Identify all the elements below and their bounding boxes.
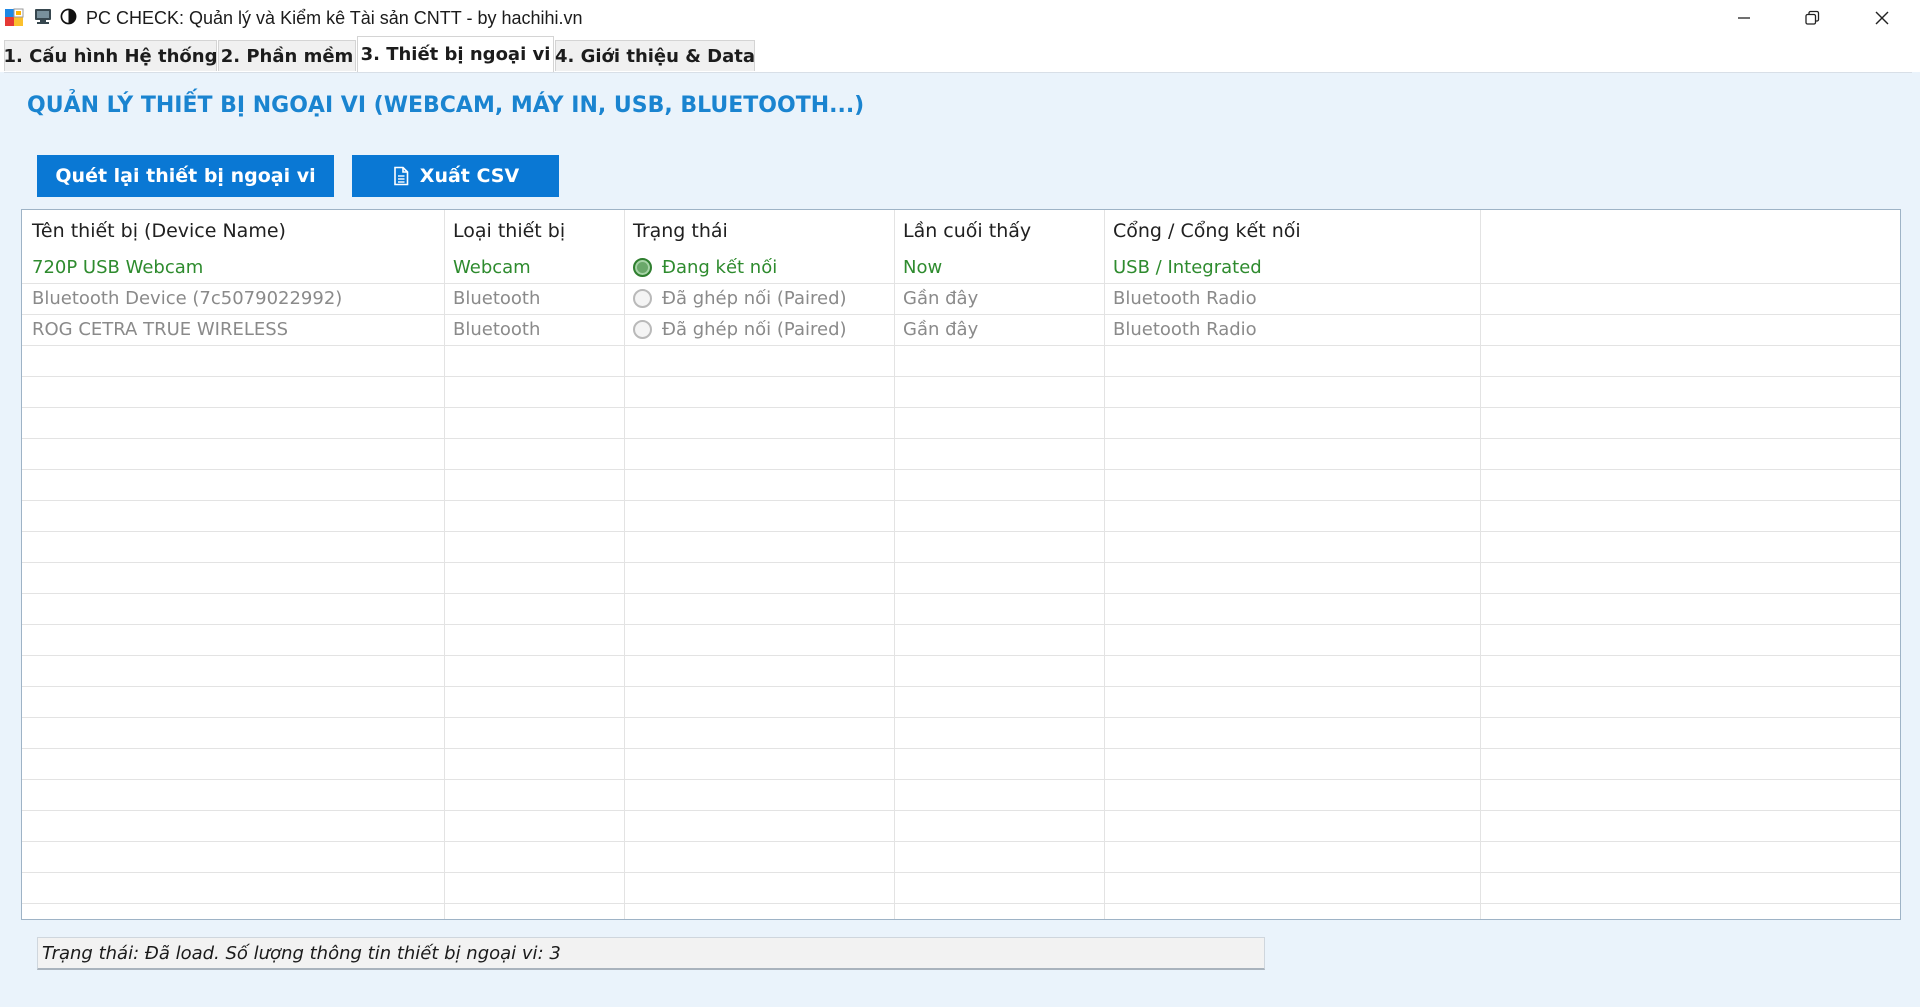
rescan-button[interactable]: Quét lại thiết bị ngoại vi: [37, 155, 334, 197]
paired-status-icon: [633, 289, 652, 308]
last-seen-cell: Now: [903, 257, 943, 278]
column-header-device-name[interactable]: Tên thiết bị (Device Name): [32, 210, 286, 252]
row-divider: [22, 624, 1900, 625]
column-header-last-seen[interactable]: Lần cuối thấy: [903, 210, 1031, 252]
status-cell: Đang kết nối: [633, 252, 777, 283]
status-text: Đang kết nối: [662, 257, 778, 278]
connected-status-icon: [633, 258, 652, 277]
row-divider: [22, 655, 1900, 656]
row-divider: [22, 376, 1900, 377]
rescan-button-label: Quét lại thiết bị ngoại vi: [55, 165, 316, 187]
row-divider: [22, 469, 1900, 470]
tab-software[interactable]: 2. Phần mềm: [218, 40, 356, 71]
status-cell: Đã ghép nối (Paired): [633, 283, 847, 314]
device-type-cell: Webcam: [453, 257, 531, 278]
restore-button[interactable]: [1780, 0, 1844, 36]
restore-icon: [1805, 10, 1820, 25]
row-divider: [22, 562, 1900, 563]
status-cell: Đã ghép nối (Paired): [633, 314, 847, 345]
device-type-cell: Bluetooth: [453, 319, 541, 340]
status-text: Đã ghép nối (Paired): [662, 288, 847, 309]
row-divider: [22, 407, 1900, 408]
export-csv-label: Xuất CSV: [419, 165, 520, 187]
minimize-icon: [1738, 17, 1750, 19]
title-bar: PC CHECK: Quản lý và Kiểm kê Tài sản CNT…: [0, 0, 1920, 36]
device-name-cell: Bluetooth Device (7c5079022992): [32, 288, 343, 309]
page-title: QUẢN LÝ THIẾT BỊ NGOẠI VI (WEBCAM, MÁY I…: [27, 93, 865, 118]
export-csv-button[interactable]: Xuất CSV: [352, 155, 559, 197]
app-icon: [5, 8, 24, 26]
row-divider: [22, 314, 1900, 315]
row-divider: [22, 810, 1900, 811]
status-bar: Trạng thái: Đã load. Số lượng thông tin …: [37, 937, 1265, 970]
tab-system-config[interactable]: 1. Cấu hình Hệ thống: [4, 40, 218, 71]
last-seen-cell: Gần đây: [903, 319, 979, 340]
device-type-cell: Bluetooth: [453, 288, 541, 309]
row-divider: [22, 500, 1900, 501]
minimize-button[interactable]: [1712, 0, 1776, 36]
close-button[interactable]: [1850, 0, 1914, 36]
table-row[interactable]: Bluetooth Device (7c5079022992) Bluetoot…: [22, 283, 1900, 314]
document-icon: [393, 166, 409, 186]
row-divider: [22, 872, 1900, 873]
tab-peripherals[interactable]: 3. Thiết bị ngoại vi: [357, 36, 554, 72]
paired-status-icon: [633, 320, 652, 339]
port-cell: USB / Integrated: [1113, 257, 1262, 278]
row-divider: [22, 779, 1900, 780]
row-divider: [22, 748, 1900, 749]
row-divider: [22, 345, 1900, 346]
halfmoon-icon: [60, 8, 77, 25]
row-divider: [22, 283, 1900, 284]
tab-about-data[interactable]: 4. Giới thiệu & Data: [555, 40, 755, 71]
table-row[interactable]: ROG CETRA TRUE WIRELESS Bluetooth Đã ghé…: [22, 314, 1900, 345]
column-header-port[interactable]: Cổng / Cổng kết nối: [1113, 210, 1301, 252]
last-seen-cell: Gần đây: [903, 288, 979, 309]
row-divider: [22, 686, 1900, 687]
column-header-device-type[interactable]: Loại thiết bị: [453, 210, 565, 252]
device-list[interactable]: Tên thiết bị (Device Name) Loại thiết bị…: [21, 209, 1901, 920]
monitor-icon: [35, 9, 51, 24]
table-row[interactable]: 720P USB Webcam Webcam Đang kết nối Now …: [22, 252, 1900, 283]
window-title: PC CHECK: Quản lý và Kiểm kê Tài sản CNT…: [86, 8, 583, 28]
row-divider: [22, 593, 1900, 594]
row-divider: [22, 841, 1900, 842]
row-divider: [22, 717, 1900, 718]
column-header-status[interactable]: Trạng thái: [633, 210, 728, 252]
row-divider: [22, 903, 1900, 904]
close-icon: [1875, 11, 1889, 25]
port-cell: Bluetooth Radio: [1113, 288, 1257, 309]
device-name-cell: 720P USB Webcam: [32, 257, 204, 278]
status-text: Đã ghép nối (Paired): [662, 319, 847, 340]
row-divider: [22, 531, 1900, 532]
port-cell: Bluetooth Radio: [1113, 319, 1257, 340]
device-name-cell: ROG CETRA TRUE WIRELESS: [32, 319, 289, 340]
table-header: Tên thiết bị (Device Name) Loại thiết bị…: [22, 210, 1900, 252]
row-divider: [22, 438, 1900, 439]
